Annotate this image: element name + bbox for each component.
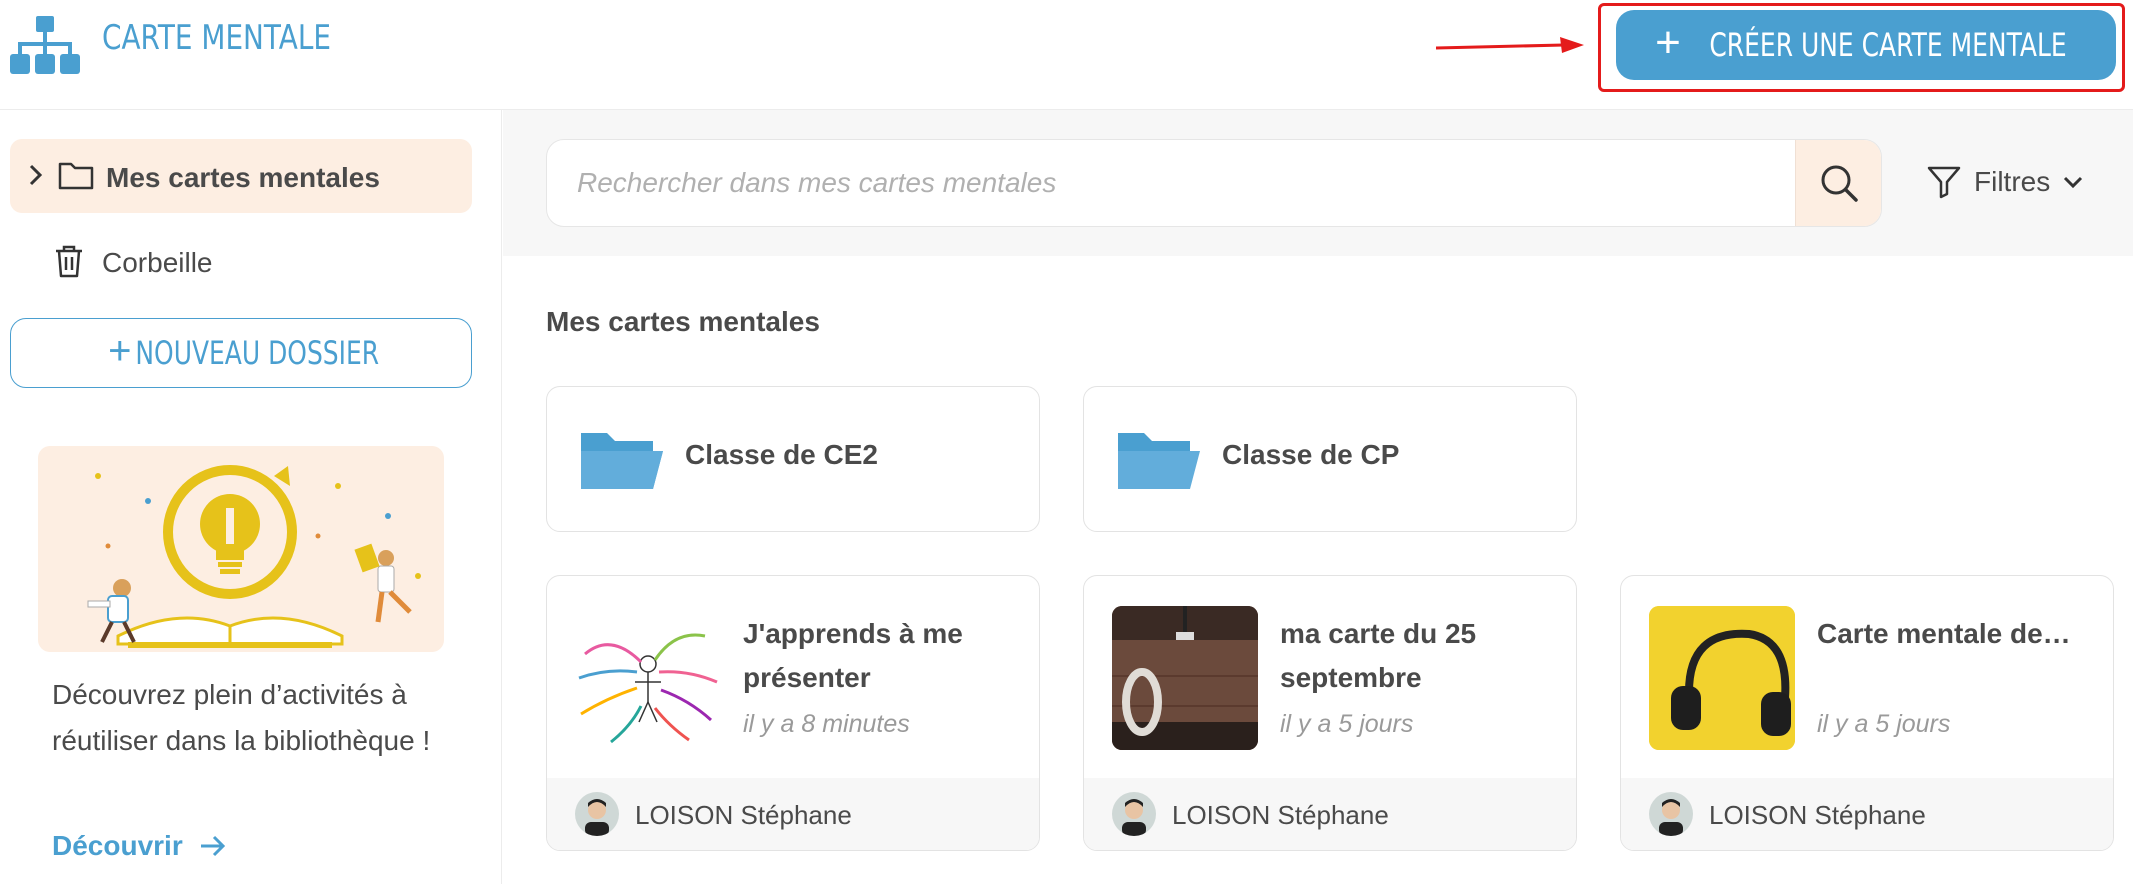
- app-title: CARTE MENTALE: [102, 18, 332, 58]
- search-button[interactable]: [1795, 140, 1881, 226]
- folder-icon: [1118, 433, 1200, 489]
- map-card[interactable]: J'apprends à me présenter il y a 8 minut…: [546, 575, 1040, 851]
- sidebar-item-label: Mes cartes mentales: [106, 162, 380, 193]
- chevron-down-icon: [2064, 176, 2083, 189]
- filters-dropdown[interactable]: Filtres: [1926, 160, 2084, 204]
- owner-name: LOISON Stéphane: [1172, 800, 1389, 830]
- wooden-wall-thumbnail: [1112, 606, 1258, 750]
- new-folder-button[interactable]: + NOUVEAU DOSSIER: [10, 318, 472, 388]
- discover-link[interactable]: Découvrir: [52, 830, 227, 862]
- folder-card-cp[interactable]: Classe de CP: [1083, 386, 1577, 532]
- owner-bar: LOISON Stéphane: [1621, 778, 2113, 850]
- folder-icon: [581, 433, 663, 489]
- owner-name: LOISON Stéphane: [635, 800, 852, 830]
- arrow-right-icon: [200, 835, 225, 857]
- filter-icon: [1927, 166, 1961, 199]
- map-card[interactable]: ma carte du 25 septembre il y a 5 jours …: [1083, 575, 1577, 851]
- folder-outline-icon: [58, 162, 94, 190]
- create-mindmap-button[interactable]: + CRÉER UNE CARTE MENTALE: [1616, 10, 2116, 80]
- promo-illustration: [38, 446, 444, 652]
- library-promo: Découvrez plein d’activités à réutiliser…: [38, 446, 444, 866]
- new-folder-label: NOUVEAU DOSSIER: [135, 334, 380, 372]
- mindmap-sketch-thumbnail: [575, 606, 721, 750]
- map-title: J'apprends à me présenter: [743, 618, 963, 693]
- plus-icon: +: [108, 328, 132, 373]
- owner-name: LOISON Stéphane: [1709, 800, 1926, 830]
- sidebar-item-my-maps[interactable]: Mes cartes mentales: [10, 139, 472, 213]
- folder-name: Classe de CE2: [685, 439, 878, 470]
- sitemap-logo-icon: [10, 16, 80, 74]
- trash-icon: [56, 245, 82, 278]
- plus-icon: +: [1655, 18, 1681, 67]
- map-date: il y a 5 jours: [1817, 710, 1951, 738]
- sidebar-item-trash[interactable]: Corbeille: [10, 230, 472, 290]
- annotation-arrow-icon: [1436, 37, 1584, 53]
- search-icon: [1821, 165, 1858, 202]
- section-title: Mes cartes mentales: [546, 306, 820, 337]
- filters-label: Filtres: [1974, 166, 2051, 197]
- lightbulb-illustration-icon: [87, 465, 421, 648]
- sidebar-item-label: Corbeille: [102, 247, 213, 278]
- map-title: Carte mentale de…: [1817, 618, 2071, 649]
- avatar: [575, 792, 619, 836]
- sidebar: Mes cartes mentales Corbeille + NOUVEAU …: [0, 110, 502, 884]
- headphones-thumbnail: [1649, 606, 1795, 750]
- avatar: [1649, 792, 1693, 836]
- promo-text: Découvrez plein d’activités à réutiliser…: [52, 679, 431, 756]
- chevron-right-icon[interactable]: [26, 163, 46, 187]
- owner-bar: LOISON Stéphane: [1084, 778, 1576, 850]
- folder-name: Classe de CP: [1222, 439, 1400, 470]
- app-header: CARTE MENTALE + CRÉER UNE CARTE MENTALE: [0, 0, 2133, 110]
- map-card[interactable]: Carte mentale de… il y a 5 jours LOISON …: [1620, 575, 2114, 851]
- avatar: [1112, 792, 1156, 836]
- search-input[interactable]: [547, 140, 1795, 226]
- create-mindmap-label: CRÉER UNE CARTE MENTALE: [1709, 26, 2067, 64]
- search-box: [546, 139, 1882, 227]
- discover-link-label: Découvrir: [52, 830, 183, 861]
- owner-bar: LOISON Stéphane: [547, 778, 1039, 850]
- map-title: ma carte du 25 septembre: [1280, 618, 1477, 693]
- folder-card-ce2[interactable]: Classe de CE2: [546, 386, 1040, 532]
- map-date: il y a 8 minutes: [743, 710, 910, 738]
- map-date: il y a 5 jours: [1280, 710, 1414, 738]
